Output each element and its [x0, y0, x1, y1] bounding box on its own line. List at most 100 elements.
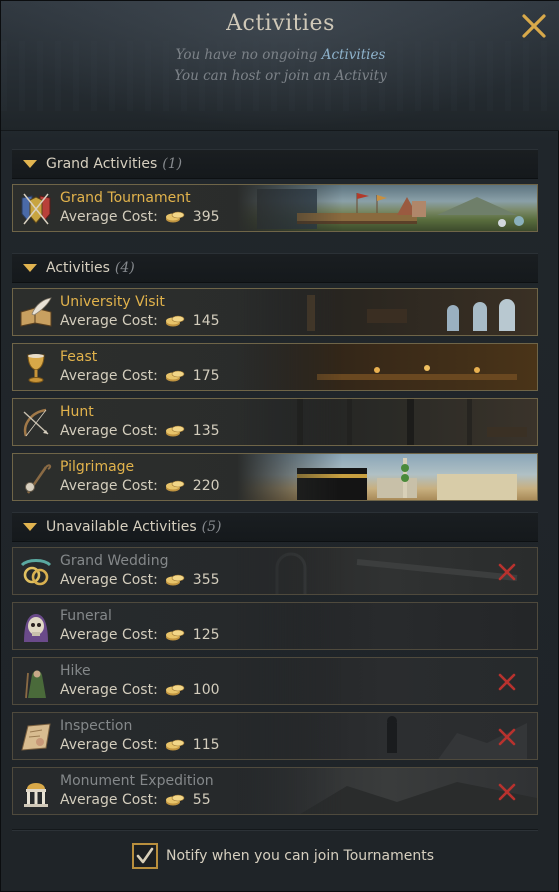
tournament-scene [257, 189, 524, 229]
map-scroll-icon [21, 723, 51, 751]
pilgrim-staff-icon [25, 464, 52, 494]
activity-cost: Average Cost: 55 [60, 792, 211, 808]
cost-value: 395 [192, 209, 220, 225]
activity-row-hike[interactable]: Hike Average Cost: 100 [12, 657, 538, 705]
gold-coins-icon [165, 480, 185, 492]
host-join-text: You can host or join an Activity [174, 68, 387, 84]
cost-value: 220 [192, 478, 220, 494]
cost-label: Average Cost: [60, 478, 158, 494]
cost-value: 125 [192, 627, 220, 643]
activity-art [237, 399, 537, 445]
activity-row-hunt[interactable]: Hunt Average Cost: 135 [12, 398, 538, 446]
footer-divider [12, 829, 538, 831]
activity-cost: Average Cost: 220 [60, 478, 220, 494]
gold-coins-icon [165, 211, 185, 223]
unavailable-x-icon [498, 728, 516, 746]
activity-row-funeral[interactable]: Funeral Average Cost: 125 [12, 602, 538, 650]
activity-name: Hike [60, 663, 91, 679]
activity-name: Grand Tournament [60, 190, 191, 206]
gold-coins-icon [165, 629, 185, 641]
section-label: Unavailable Activities [46, 519, 197, 535]
cost-value: 100 [192, 682, 220, 698]
cost-value: 55 [192, 792, 211, 808]
inspection-scene [387, 716, 527, 759]
activity-art [237, 289, 537, 335]
activity-row-grand-tournament[interactable]: Grand Tournament Average Cost: 395 [12, 184, 538, 232]
unavailable-x-icon [498, 563, 516, 581]
wedding-scene [275, 552, 518, 594]
expedition-scene [300, 782, 537, 814]
ongoing-status-text: You have no ongoing Activities [1, 47, 559, 63]
section-label: Activities [46, 260, 110, 276]
skull-icon [24, 614, 48, 642]
cost-value: 175 [192, 368, 220, 384]
goblet-icon [27, 354, 45, 383]
gold-coins-icon [165, 574, 185, 586]
activity-art [237, 768, 537, 814]
close-button[interactable] [519, 11, 549, 41]
activity-name: Inspection [60, 718, 133, 734]
activity-cost: Average Cost: 135 [60, 423, 220, 439]
activity-row-grand-wedding[interactable]: Grand Wedding Average Cost: 355 [12, 547, 538, 595]
status-prefix: You have no ongoing [175, 47, 322, 63]
cost-label: Average Cost: [60, 682, 158, 698]
gold-coins-icon [165, 794, 185, 806]
notify-tournaments-checkbox[interactable] [132, 843, 158, 869]
gold-coins-icon [165, 684, 185, 696]
activities-window: Activities You have no ongoing Activitie… [0, 0, 559, 892]
activity-cost: Average Cost: 355 [60, 572, 220, 588]
gold-coins-icon [165, 315, 185, 327]
section-count: (1) [162, 156, 183, 172]
section-unavailable-activities[interactable]: Unavailable Activities (5) [12, 512, 538, 542]
gold-coins-icon [165, 739, 185, 751]
cost-label: Average Cost: [60, 792, 158, 808]
activity-art [237, 548, 537, 594]
feast-scene [317, 365, 517, 380]
activity-name: Pilgrimage [60, 459, 135, 475]
gold-coins-icon [165, 370, 185, 382]
unavailable-x-icon [498, 673, 516, 691]
activity-name: Monument Expedition [60, 773, 214, 789]
activity-name: Feast [60, 349, 98, 365]
activity-cost: Average Cost: 125 [60, 627, 220, 643]
activities-link[interactable]: Activities [322, 47, 386, 63]
activity-name: University Visit [60, 294, 165, 310]
activity-art [237, 603, 537, 649]
activity-cost: Average Cost: 115 [60, 737, 220, 753]
cost-label: Average Cost: [60, 209, 158, 225]
activity-row-monument-expedition[interactable]: Monument Expedition Average Cost: 55 [12, 767, 538, 815]
collapse-triangle-icon [23, 264, 37, 272]
cost-value: 145 [192, 313, 220, 329]
cost-label: Average Cost: [60, 313, 158, 329]
close-icon [522, 14, 546, 38]
activity-row-inspection[interactable]: Inspection Average Cost: 115 [12, 712, 538, 760]
bow-icon [23, 408, 49, 437]
activity-cost: Average Cost: 175 [60, 368, 220, 384]
activity-cost: Average Cost: 395 [60, 209, 220, 225]
cost-value: 135 [192, 423, 220, 439]
forest-scene [297, 399, 527, 445]
activity-row-feast[interactable]: Feast Average Cost: 175 [12, 343, 538, 391]
cost-label: Average Cost: [60, 627, 158, 643]
cost-label: Average Cost: [60, 368, 158, 384]
activity-art [237, 344, 537, 390]
activity-cost: Average Cost: 145 [60, 313, 220, 329]
section-count: (5) [201, 519, 222, 535]
monument-icon [24, 783, 48, 807]
section-count: (4) [114, 260, 135, 276]
section-activities[interactable]: Activities (4) [12, 253, 538, 283]
university-scene [307, 295, 515, 331]
kaaba-scene [297, 458, 517, 500]
activity-row-pilgrimage[interactable]: Pilgrimage Average Cost: 220 [12, 453, 538, 501]
activity-art [237, 713, 537, 759]
activity-art [237, 185, 537, 231]
notify-tournaments-option[interactable]: Notify when you can join Tournaments [132, 843, 434, 869]
activity-row-university-visit[interactable]: University Visit Average Cost: 145 [12, 288, 538, 336]
cost-label: Average Cost: [60, 572, 158, 588]
unavailable-x-icon [498, 783, 516, 801]
tournament-shields-icon [21, 193, 51, 225]
checkmark-icon [136, 847, 154, 864]
section-grand-activities[interactable]: Grand Activities (1) [12, 149, 538, 179]
activity-cost: Average Cost: 100 [60, 682, 220, 698]
collapse-triangle-icon [23, 160, 37, 168]
